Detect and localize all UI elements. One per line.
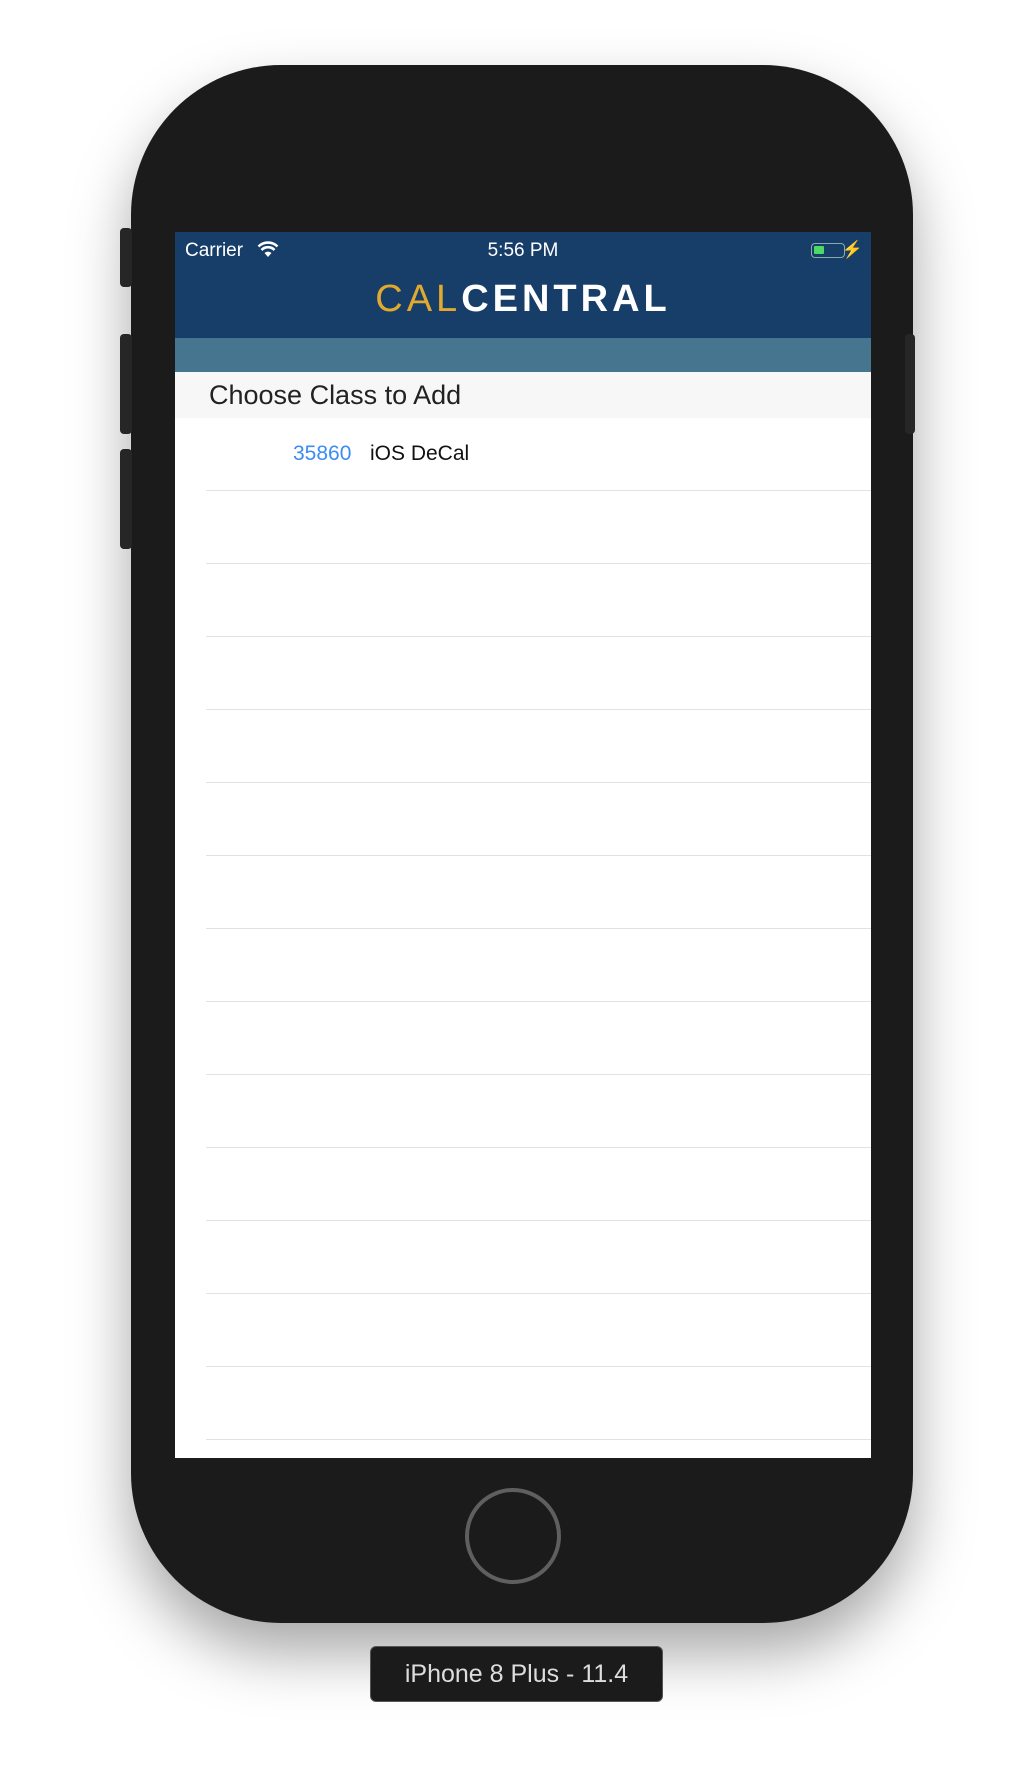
section-header: Choose Class to Add <box>175 372 871 418</box>
empty-row <box>175 1002 871 1075</box>
empty-row <box>175 783 871 856</box>
navigation-bar: Carrier 5:56 PM ⚡ CALCENTRAL <box>175 232 871 338</box>
power-button <box>905 334 915 434</box>
class-list: 35860 iOS DeCal <box>175 418 871 1440</box>
empty-row <box>175 1221 871 1294</box>
row-separator <box>206 1439 871 1440</box>
home-button[interactable] <box>465 1488 561 1584</box>
volume-up-button <box>120 334 132 434</box>
empty-row <box>175 637 871 710</box>
empty-row <box>175 929 871 1002</box>
class-name: iOS DeCal <box>370 442 470 465</box>
section-title: Choose Class to Add <box>209 380 462 410</box>
status-bar: Carrier 5:56 PM ⚡ <box>175 238 871 266</box>
calcentral-logo: CALCENTRAL <box>375 278 671 320</box>
empty-row <box>175 1367 871 1440</box>
charging-bolt-icon: ⚡ <box>841 240 863 259</box>
empty-row <box>175 491 871 564</box>
empty-row <box>175 1075 871 1148</box>
empty-row <box>175 856 871 929</box>
volume-down-button <box>120 449 132 549</box>
empty-row <box>175 564 871 637</box>
empty-row <box>175 1294 871 1367</box>
empty-row <box>175 1148 871 1221</box>
clock: 5:56 PM <box>487 240 559 261</box>
device-label: iPhone 8 Plus - 11.4 <box>370 1646 663 1702</box>
class-number: 35860 <box>293 442 352 465</box>
screen: Carrier 5:56 PM ⚡ CALCENTRAL Choose Clas… <box>175 232 871 1458</box>
mute-switch <box>120 228 132 287</box>
battery-icon <box>811 243 845 258</box>
class-row[interactable]: 35860 iOS DeCal <box>175 418 871 491</box>
empty-row <box>175 710 871 783</box>
sub-bar <box>175 338 871 372</box>
